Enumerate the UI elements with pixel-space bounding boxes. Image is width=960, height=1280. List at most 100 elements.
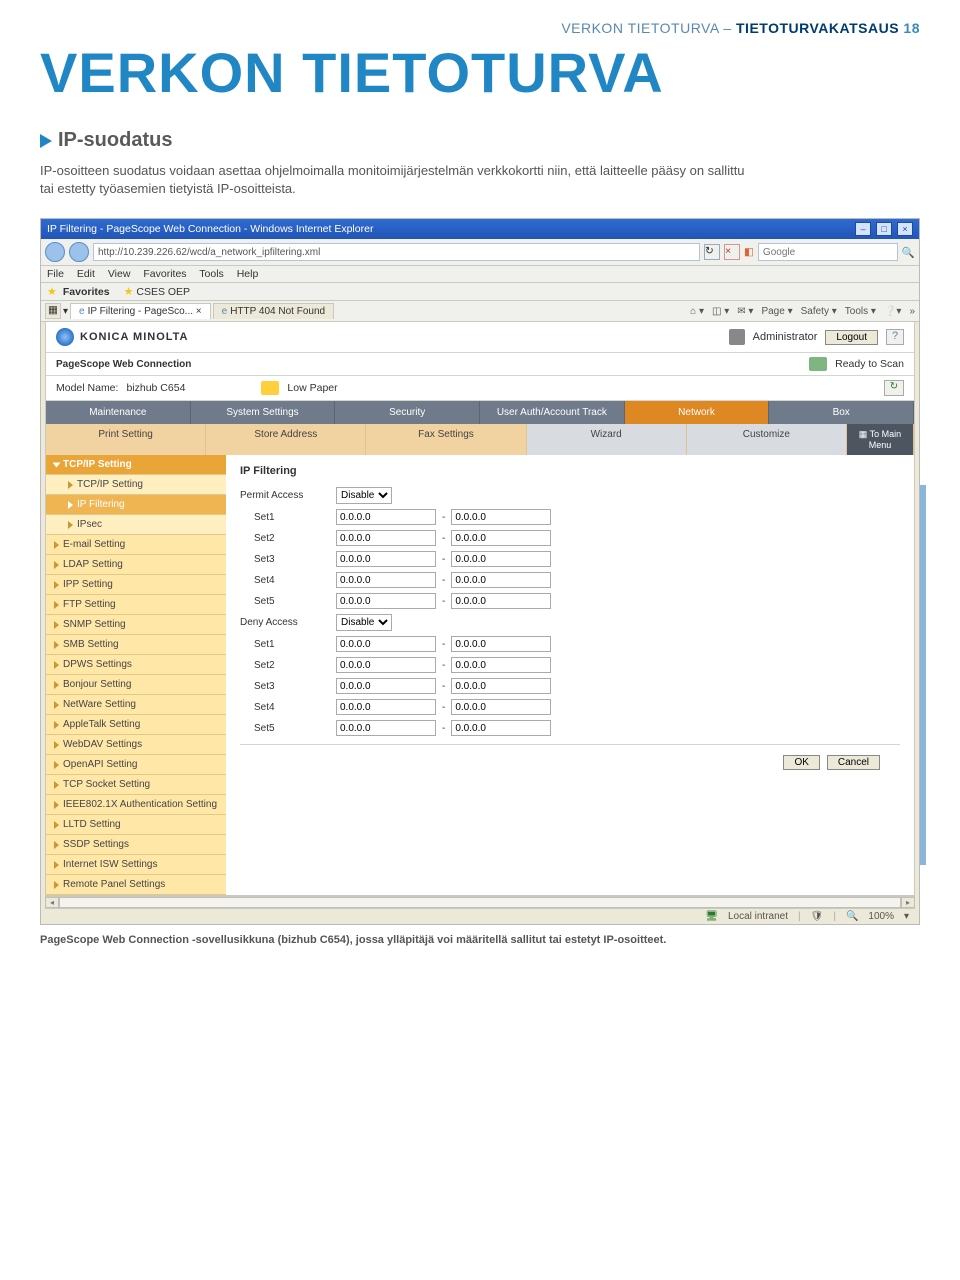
deny-ip-to[interactable] — [451, 699, 551, 715]
sidebar-item[interactable]: Bonjour Setting — [46, 675, 226, 695]
deny-ip-from[interactable] — [336, 699, 436, 715]
permit-access-select[interactable]: Disable — [336, 487, 392, 504]
permit-ip-to[interactable] — [451, 509, 551, 525]
forward-button[interactable] — [69, 242, 89, 262]
nav-system[interactable]: System Settings — [191, 401, 336, 424]
sidebar-item[interactable]: NetWare Setting — [46, 695, 226, 715]
deny-ip-from[interactable] — [336, 636, 436, 652]
sidebar-item[interactable]: SSDP Settings — [46, 835, 226, 855]
window-buttons[interactable]: – □ × — [853, 222, 913, 236]
permit-ip-from[interactable] — [336, 530, 436, 546]
nav-maintenance[interactable]: Maintenance — [46, 401, 191, 424]
scroll-right-icon[interactable]: ▸ — [901, 897, 915, 908]
address-input[interactable] — [93, 243, 700, 261]
sidebar-head-tcpip[interactable]: TCP/IP Setting — [46, 455, 226, 475]
subnav-tomainmenu[interactable]: ▦ To Main Menu — [847, 424, 914, 455]
sidebar-item[interactable]: LLTD Setting — [46, 815, 226, 835]
sidebar-item[interactable]: LDAP Setting — [46, 555, 226, 575]
menu-view[interactable]: View — [108, 268, 131, 280]
deny-ip-from[interactable] — [336, 657, 436, 673]
browser-menu[interactable]: File Edit View Favorites Tools Help — [41, 266, 919, 283]
sidebar-item[interactable]: E-mail Setting — [46, 535, 226, 555]
menu-file[interactable]: File — [47, 268, 64, 280]
subnav-wizard[interactable]: Wizard — [527, 424, 687, 455]
sidebar-item[interactable]: DPWS Settings — [46, 655, 226, 675]
subnav-fax[interactable]: Fax Settings — [366, 424, 526, 455]
nav-security[interactable]: Security — [335, 401, 480, 424]
command-bar[interactable]: ⌂ ▾ ◫ ▾ ✉ ▾ Page ▾ Safety ▾ Tools ▾ ❔▾ » — [690, 306, 915, 317]
deny-ip-to[interactable] — [451, 636, 551, 652]
back-button[interactable] — [45, 242, 65, 262]
mail-icon[interactable]: ✉ ▾ — [737, 306, 753, 317]
sidebar-item[interactable]: AppleTalk Setting — [46, 715, 226, 735]
refresh-icon[interactable]: ↻ — [704, 244, 720, 260]
permit-ip-to[interactable] — [451, 551, 551, 567]
subnav-print[interactable]: Print Setting — [46, 424, 206, 455]
menu-tools[interactable]: Tools — [199, 268, 224, 280]
tab-inactive[interactable]: eHTTP 404 Not Found — [213, 303, 334, 319]
minimize-icon[interactable]: – — [855, 222, 871, 236]
permit-ip-to[interactable] — [451, 593, 551, 609]
deny-ip-to[interactable] — [451, 678, 551, 694]
zoom-value[interactable]: 100% — [868, 911, 894, 922]
sidebar-item[interactable]: FTP Setting — [46, 595, 226, 615]
sidebar-item-ipsec[interactable]: IPsec — [46, 515, 226, 535]
sidebar-item[interactable]: OpenAPI Setting — [46, 755, 226, 775]
help-icon[interactable]: ❔▾ — [884, 306, 901, 317]
sidebar-item[interactable]: WebDAV Settings — [46, 735, 226, 755]
deny-access-select[interactable]: Disable — [336, 614, 392, 631]
sidebar-item[interactable]: SMB Setting — [46, 635, 226, 655]
tab-active[interactable]: eIP Filtering - PageSco... × — [70, 303, 211, 319]
tabswitch-icon[interactable]: ▦ — [45, 303, 61, 319]
permit-ip-from[interactable] — [336, 593, 436, 609]
sidebar-item[interactable]: Remote Panel Settings — [46, 875, 226, 895]
subnav-store[interactable]: Store Address — [206, 424, 366, 455]
sidebar-item[interactable]: IEEE802.1X Authentication Setting — [46, 795, 226, 815]
permit-ip-to[interactable] — [451, 572, 551, 588]
maximize-icon[interactable]: □ — [876, 222, 892, 236]
nav-box[interactable]: Box — [769, 401, 914, 424]
star-icon[interactable]: ★ — [47, 285, 57, 298]
menu-help[interactable]: Help — [237, 268, 259, 280]
permit-ip-to[interactable] — [451, 530, 551, 546]
nav-network[interactable]: Network — [625, 401, 770, 424]
page-menu[interactable]: Page ▾ — [761, 306, 792, 317]
home-icon[interactable]: ⌂ ▾ — [690, 306, 704, 317]
cancel-button[interactable]: Cancel — [827, 755, 880, 770]
permit-ip-from[interactable] — [336, 509, 436, 525]
deny-ip-from[interactable] — [336, 720, 436, 736]
chevron-right-icon[interactable]: » — [909, 306, 915, 317]
menu-edit[interactable]: Edit — [77, 268, 95, 280]
browser-search-input[interactable] — [758, 243, 898, 261]
search-go-icon[interactable]: 🔍 — [902, 246, 915, 259]
stop-icon[interactable]: × — [724, 244, 740, 260]
safety-menu[interactable]: Safety ▾ — [801, 306, 837, 317]
tools-menu[interactable]: Tools ▾ — [845, 306, 876, 317]
deny-ip-from[interactable] — [336, 678, 436, 694]
deny-ip-to[interactable] — [451, 657, 551, 673]
favorites-label[interactable]: Favorites — [63, 286, 110, 298]
sidebar-item-tcpip[interactable]: TCP/IP Setting — [46, 475, 226, 495]
subnav-customize[interactable]: Customize — [687, 424, 847, 455]
ok-button[interactable]: OK — [783, 755, 819, 770]
sidebar-item-ipfiltering[interactable]: IP Filtering — [46, 495, 226, 515]
sidebar-item[interactable]: TCP Socket Setting — [46, 775, 226, 795]
sidebar-item[interactable]: SNMP Setting — [46, 615, 226, 635]
zoom-icon[interactable]: 🔍 — [846, 911, 858, 922]
menu-favorites[interactable]: Favorites — [143, 268, 186, 280]
permit-ip-from[interactable] — [336, 551, 436, 567]
close-icon[interactable]: × — [897, 222, 913, 236]
refresh-button[interactable]: ↻ — [884, 380, 904, 396]
sidebar-item[interactable]: IPP Setting — [46, 575, 226, 595]
scroll-left-icon[interactable]: ◂ — [45, 897, 59, 908]
nav-userauth[interactable]: User Auth/Account Track — [480, 401, 625, 424]
help-icon[interactable]: ? — [886, 329, 904, 345]
sidebar-item[interactable]: Internet ISW Settings — [46, 855, 226, 875]
zoom-dropdown-icon[interactable]: ▾ — [904, 911, 909, 922]
logout-button[interactable]: Logout — [825, 330, 878, 345]
feed-icon[interactable]: ◫ ▾ — [712, 306, 729, 317]
permit-ip-from[interactable] — [336, 572, 436, 588]
scroll-track[interactable] — [59, 897, 901, 908]
deny-ip-to[interactable] — [451, 720, 551, 736]
horizontal-scrollbar[interactable]: ◂ ▸ — [45, 896, 915, 908]
